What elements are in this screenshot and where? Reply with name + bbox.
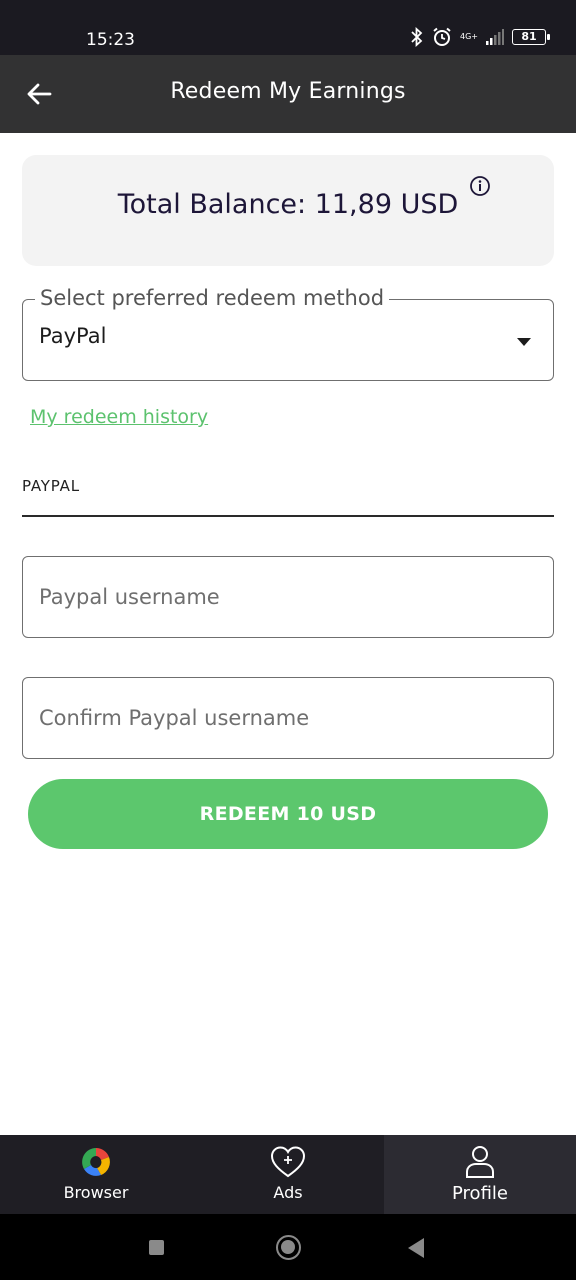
bluetooth-icon bbox=[411, 27, 423, 47]
system-back-icon[interactable] bbox=[408, 1238, 424, 1258]
status-icons: 4G+ 81 bbox=[410, 27, 550, 47]
info-icon[interactable] bbox=[469, 175, 491, 197]
section-label: PAYPAL bbox=[22, 477, 80, 495]
dropdown-caret-icon bbox=[517, 338, 531, 346]
nav-item-ads[interactable]: Ads bbox=[192, 1135, 384, 1214]
signal-icon bbox=[486, 29, 504, 45]
home-icon[interactable] bbox=[276, 1235, 301, 1260]
confirm-paypal-username-input[interactable] bbox=[22, 677, 554, 759]
bottom-nav: Browser Ads Profile bbox=[0, 1135, 576, 1214]
redeem-method-select[interactable]: Select preferred redeem method PayPal bbox=[22, 286, 554, 381]
redeem-method-value: PayPal bbox=[39, 324, 107, 348]
alarm-icon bbox=[433, 27, 451, 46]
section-divider bbox=[22, 515, 554, 517]
nav-item-profile[interactable]: Profile bbox=[384, 1135, 576, 1214]
redeem-button[interactable]: REDEEM 10 USD bbox=[28, 779, 548, 849]
browser-logo-icon bbox=[82, 1148, 110, 1176]
heart-plus-icon bbox=[270, 1146, 306, 1178]
nav-item-browser[interactable]: Browser bbox=[0, 1135, 192, 1214]
app-bar: Redeem My Earnings bbox=[0, 55, 576, 133]
status-bar: 15:23 4G+ 81 bbox=[0, 0, 576, 55]
redeem-method-label: Select preferred redeem method bbox=[35, 286, 390, 310]
battery-icon: 81 bbox=[512, 29, 550, 45]
paypal-username-input[interactable] bbox=[22, 556, 554, 638]
profile-icon bbox=[466, 1146, 494, 1178]
page-title: Redeem My Earnings bbox=[170, 79, 406, 104]
recents-icon[interactable] bbox=[149, 1240, 164, 1255]
nav-label-profile: Profile bbox=[452, 1183, 508, 1204]
system-nav-bar bbox=[0, 1214, 576, 1280]
nav-label-ads: Ads bbox=[273, 1183, 303, 1202]
redeem-history-link[interactable]: My redeem history bbox=[30, 406, 208, 428]
nav-label-browser: Browser bbox=[63, 1183, 129, 1202]
balance-card: Total Balance: 11,89 USD bbox=[22, 155, 554, 266]
network-type: 4G+ bbox=[460, 32, 478, 41]
status-time: 15:23 bbox=[86, 30, 135, 50]
